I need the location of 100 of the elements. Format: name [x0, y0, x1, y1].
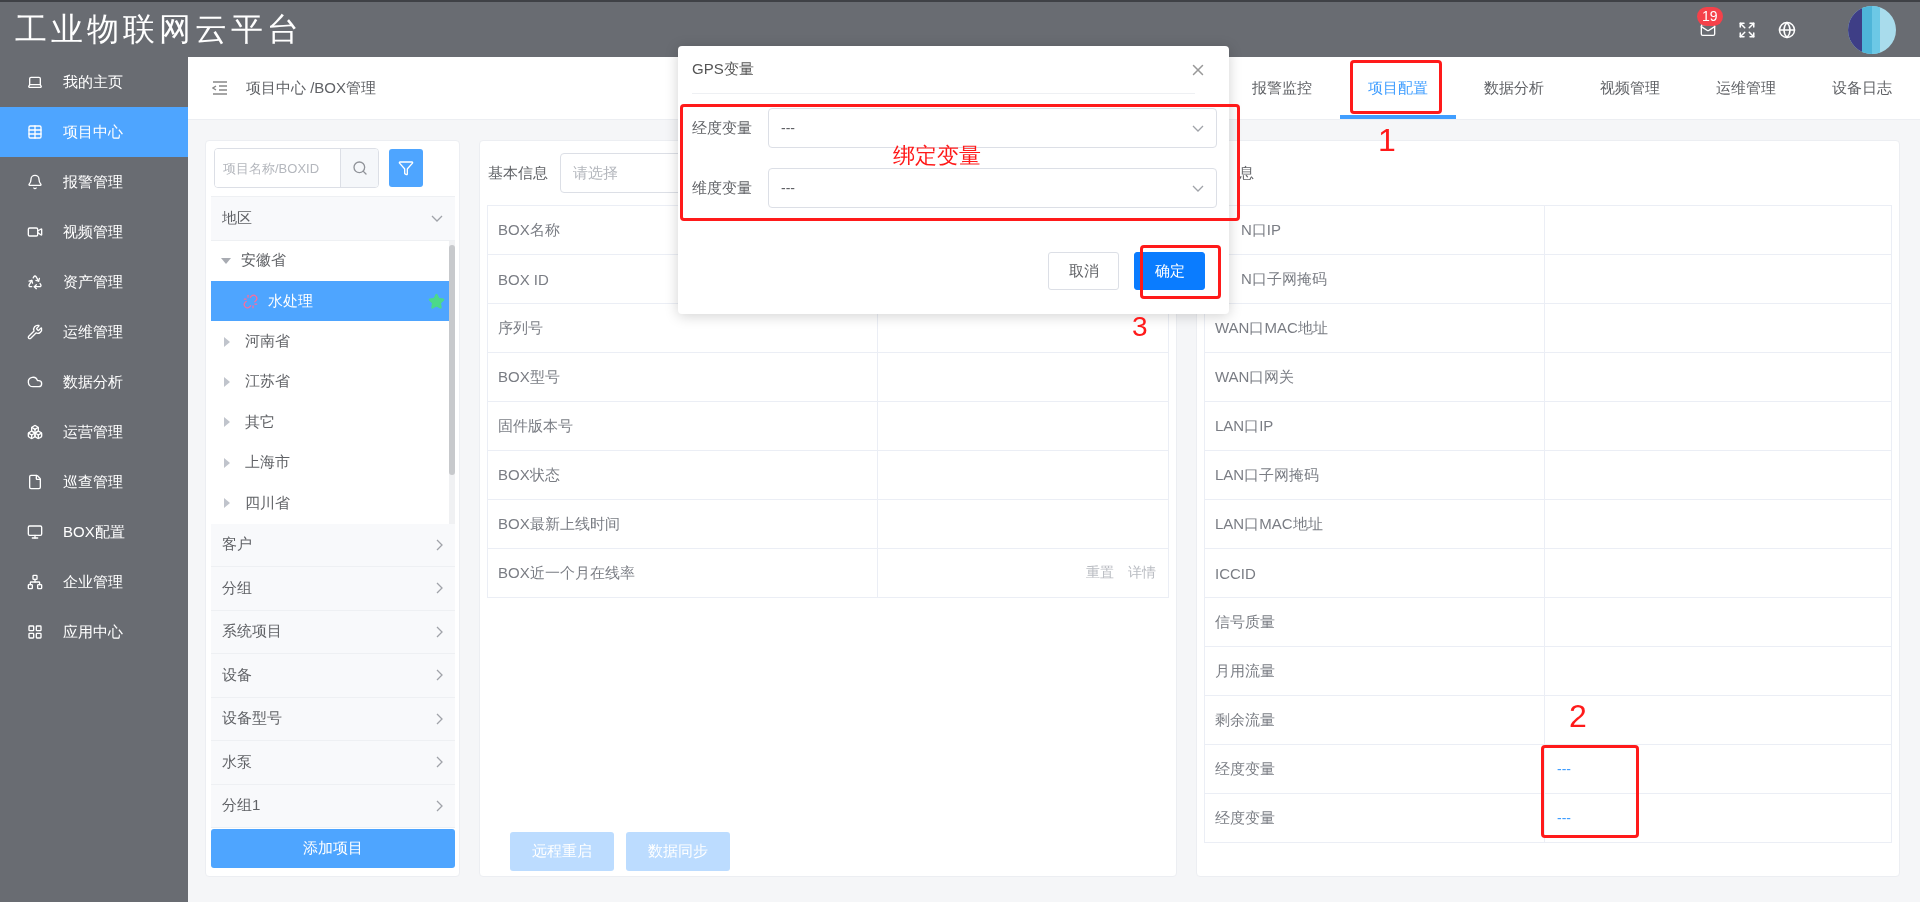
section-header[interactable]: 设备 — [211, 654, 455, 698]
table-cell: LAN口IP — [1205, 402, 1545, 450]
section-header[interactable]: 水泵 — [211, 741, 455, 785]
notification-badge: 19 — [1697, 6, 1723, 26]
table-cell: WAN口网关 — [1205, 353, 1545, 401]
tab[interactable]: 运维管理 — [1688, 57, 1804, 119]
section-title: 设备型号 — [222, 709, 282, 729]
fullscreen-icon[interactable] — [1738, 20, 1756, 39]
scrollbar-thumb[interactable] — [449, 244, 455, 475]
tree-item[interactable]: 其它 — [211, 402, 449, 443]
tree-item[interactable]: 安徽省 — [211, 240, 449, 281]
sidebar-item[interactable]: 资产管理 — [0, 257, 188, 307]
tree-item[interactable]: 江苏省 — [211, 361, 449, 403]
menu-item-icon — [27, 224, 43, 240]
table-cell: 经度变量 — [1205, 794, 1545, 842]
field-label: 维度变量 — [692, 178, 753, 198]
sidebar-item[interactable]: 巡查管理 — [0, 457, 188, 507]
section-title: 客户 — [222, 535, 252, 555]
search-field[interactable]: 项目名称/BOXID — [214, 148, 379, 188]
tree-item[interactable]: 上海市 — [211, 442, 449, 484]
tab[interactable]: 视频管理 — [1572, 57, 1688, 119]
sidebar-item[interactable]: 运营管理 — [0, 407, 188, 457]
chevron-down-icon — [1192, 124, 1204, 132]
menu-item-icon — [27, 374, 43, 390]
section-header[interactable]: 地区 — [211, 197, 455, 241]
annotation-text: 绑定变量 — [893, 145, 981, 167]
sidebar-item[interactable]: 企业管理 — [0, 557, 188, 607]
search-icon — [351, 160, 368, 176]
sidebar-item[interactable]: 数据分析 — [0, 357, 188, 407]
select-field[interactable]: --- — [768, 168, 1217, 208]
cancel-button[interactable]: 取消 — [1048, 252, 1119, 290]
chevron-right-icon — [436, 625, 443, 638]
section-header[interactable]: 客户 — [211, 523, 455, 567]
table-cell: 月用流量 — [1205, 647, 1545, 695]
sidebar-item[interactable]: 应用中心 — [0, 607, 188, 657]
sidebar-item[interactable]: 报警管理 — [0, 157, 188, 207]
chevron-right-icon — [436, 669, 443, 682]
section-title: 水泵 — [222, 752, 252, 772]
menu-item-icon — [27, 624, 43, 640]
table-cell: 固件版本号 — [488, 402, 878, 450]
star-icon[interactable] — [428, 292, 445, 310]
menu-item-icon — [27, 524, 43, 540]
avatar-icon[interactable] — [1848, 5, 1896, 54]
section-title: 分组1 — [222, 796, 261, 816]
section-title: 分组 — [222, 578, 252, 598]
filter-icon — [398, 160, 414, 176]
table-cell: BOX状态 — [488, 451, 878, 499]
chevron-right-icon — [436, 582, 443, 595]
table-cell: 经度变量 — [1205, 745, 1545, 793]
menu-item-icon — [27, 424, 43, 440]
app-title: 工业物联网云平台 — [15, 8, 304, 50]
table-cell: LAN口MAC地址 — [1205, 500, 1545, 548]
section-title: 设备 — [222, 665, 252, 685]
section-header[interactable]: 分组 — [211, 567, 455, 611]
annotation-text: 2 — [1569, 700, 1587, 732]
filter-button[interactable] — [389, 149, 423, 187]
table-cell: ICCID — [1205, 549, 1545, 597]
search-button[interactable] — [340, 149, 378, 187]
globe-icon[interactable] — [1778, 20, 1796, 39]
section-title: 地区 — [222, 208, 252, 228]
field-label: 经度变量 — [692, 118, 753, 138]
annotation-text: 1 — [1378, 124, 1396, 156]
tab[interactable]: 设备日志 — [1804, 57, 1920, 119]
chevron-down-icon — [431, 214, 443, 222]
table-cell: 剩余流量 — [1205, 696, 1545, 744]
section-header[interactable]: 系统项目 — [211, 610, 455, 654]
menu-item-icon — [27, 324, 43, 340]
sidebar-item[interactable]: BOX配置 — [0, 507, 188, 557]
unlink-icon — [243, 293, 258, 309]
tab[interactable]: 数据分析 — [1456, 57, 1572, 119]
breadcrumb: 项目中心 /BOX管理 — [246, 78, 376, 98]
section-header[interactable]: 设备型号 — [211, 697, 455, 741]
table-cell: BOX最新上线时间 — [488, 500, 878, 548]
sidebar-item[interactable]: 我的主页 — [0, 57, 188, 107]
sidebar-item[interactable]: 运维管理 — [0, 307, 188, 357]
chevron-right-icon — [436, 712, 443, 725]
panel-title: 基本信息 — [488, 163, 548, 183]
chevron-down-icon — [1192, 184, 1204, 192]
menu-item-icon — [27, 574, 43, 590]
menu-item-icon — [27, 274, 43, 290]
chevron-right-icon — [436, 538, 443, 551]
annotation-text: 3 — [1132, 313, 1148, 341]
panel-title: 息 — [1239, 163, 1254, 183]
table-cell: BOX近一个月在线率 — [488, 549, 878, 597]
confirm-button[interactable]: 确定 — [1134, 252, 1205, 290]
menu-item-icon — [27, 124, 43, 140]
menu-item-icon — [27, 474, 43, 490]
menu-item-icon — [27, 74, 43, 90]
menu-icon[interactable] — [212, 81, 228, 95]
table-cell: LAN口子网掩码 — [1205, 451, 1545, 499]
table-cell: BOX型号 — [488, 353, 878, 401]
tree-item[interactable]: 四川省 — [211, 483, 449, 524]
chevron-right-icon — [436, 799, 443, 812]
sidebar-item[interactable]: 视频管理 — [0, 207, 188, 257]
chevron-right-icon — [436, 756, 443, 769]
section-header[interactable]: 分组1 — [211, 784, 455, 828]
tree-item[interactable]: 河南省 — [211, 321, 449, 362]
table-cell: 信号质量 — [1205, 598, 1545, 646]
menu-item-icon — [27, 174, 43, 190]
dialog-title: GPS变量 — [692, 60, 754, 79]
